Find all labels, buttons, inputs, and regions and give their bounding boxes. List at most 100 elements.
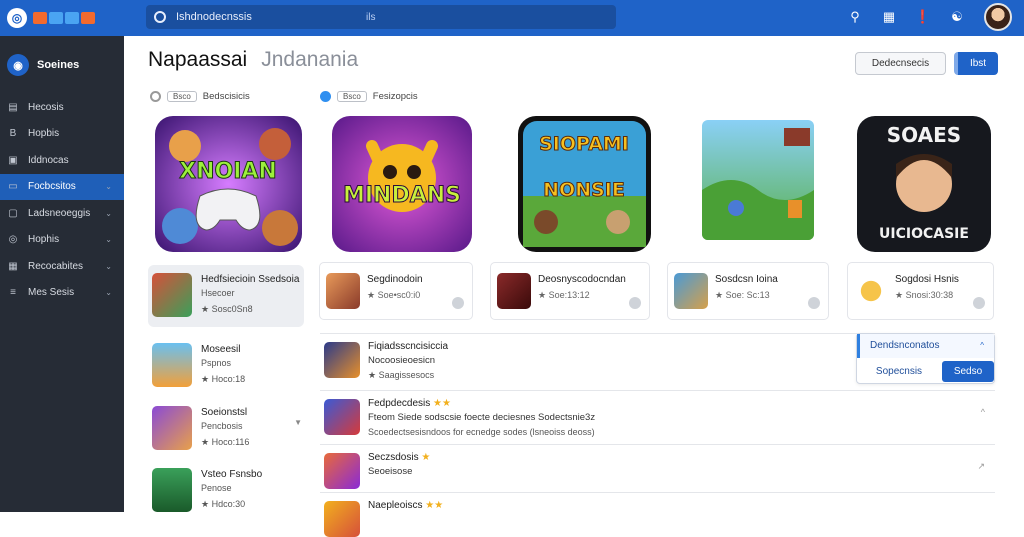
game-thumbnail (152, 273, 192, 317)
calendar-icon[interactable]: ▦ (882, 9, 896, 24)
users-icon[interactable]: ☯ (950, 9, 964, 24)
dropdown-header[interactable]: Dendsnconatos ^ (857, 334, 994, 358)
game-art-character: SOAES UICIOCASIE (857, 116, 991, 252)
chevron-down-icon[interactable]: ⌄ (105, 235, 112, 244)
sidebar-item-label: Hophis (28, 234, 60, 246)
sidebar-item[interactable]: ▢ Ladsneoeggis ⌄ (0, 200, 124, 227)
sidebar-item-label: Mes Sesis (28, 287, 75, 299)
expand-icon[interactable]: ↗ (977, 461, 985, 472)
svg-text:SIOPAMI: SIOPAMI (539, 133, 629, 155)
chat-icon[interactable]: ❗ (915, 9, 931, 24)
download-icon[interactable] (973, 297, 985, 309)
list-item-name: Vsteo Fsnsbo (201, 469, 263, 480)
sidebar-header[interactable]: ◉ Soeines (0, 36, 124, 94)
game-thumbnail (497, 273, 531, 309)
game-card-name: Segdinodoin (367, 274, 423, 285)
star-rating: ★ (421, 452, 431, 463)
row-name: Fiqiadsscncisiccia (368, 341, 449, 352)
secondary-action-button[interactable]: Dedecnsecis (855, 52, 946, 75)
game-card[interactable]: Sosdcsn Ioina ★ Soe: Sc:13 (667, 262, 829, 320)
game-card-name: Deosnyscodocndan (538, 274, 626, 285)
list-item[interactable]: Soeionstsl Pencbosis ★ Hoco:116 ▼ (148, 398, 304, 460)
sidebar-item-label: Hopbis (28, 128, 60, 140)
download-icon[interactable] (808, 297, 820, 309)
gamepad-icon: ◉ (7, 54, 29, 76)
sidebar-item[interactable]: ≡ Mes Sesis ⌄ (0, 280, 124, 307)
list-item-sub: Penose (201, 483, 232, 493)
avatar[interactable] (984, 3, 1012, 31)
sidebar-item[interactable]: B Hopbis (0, 121, 124, 148)
chevron-down-icon[interactable]: ⌄ (105, 182, 112, 191)
sidebar-item[interactable]: ▦ Recocabites ⌄ (0, 253, 124, 280)
game-card-name: Sosdcsn Ioina (715, 274, 778, 285)
table-row[interactable]: Fedpdecdesis ★★ Fteom Siede sodscsie foe… (320, 390, 995, 442)
filter-featured[interactable]: Bsco Fesizopcis (320, 91, 418, 102)
main-content: Napaassai Jndanania Dedecnsecis Ibst Bsc… (124, 36, 1024, 537)
clock-icon (150, 91, 161, 102)
game-thumbnail (324, 399, 360, 435)
list-item-sub: Pencbosis (201, 421, 243, 431)
sidebar-item[interactable]: ▣ Iddnocas (0, 147, 124, 174)
game-card-meta: ★ Snosi:30:38 (895, 290, 954, 300)
sidebar-item[interactable]: ◎ Hophis ⌄ (0, 227, 124, 254)
sidebar-title: Soeines (37, 59, 80, 71)
list-item-meta: ★ Hoco:18 (201, 374, 246, 384)
list-item[interactable]: Vsteo Fsnsbo Penose ★ Hdco:30 (148, 460, 304, 522)
row-name: Naepleoiscs ★★ (368, 500, 444, 511)
list-item-sub: Pspnos (201, 358, 232, 368)
app-logo-icon[interactable]: ◎ (7, 8, 27, 28)
chevron-down-icon[interactable]: ⌄ (105, 209, 112, 218)
home-icon: ▤ (8, 101, 18, 113)
game-card[interactable]: Segdinodoin ★ Soe•sc0:i0 (319, 262, 473, 320)
grid-icon: ▦ (8, 260, 18, 272)
featured-game-5[interactable]: SOAES UICIOCASIE (857, 116, 991, 252)
chevron-up-icon[interactable]: ^ (981, 407, 985, 417)
dropdown-apply-button[interactable]: Sedso (942, 361, 994, 382)
game-art-adventure: SIOPAMI NONSIE (518, 116, 651, 252)
game-thumbnail (326, 273, 360, 309)
notification-icon[interactable]: ⚲ (848, 9, 862, 24)
game-card[interactable]: Deosnyscodocndan ★ Soe:13:12 (490, 262, 650, 320)
sidebar-item-label: Focbcsitos (28, 181, 76, 193)
page-subtitle: Jndanania (261, 48, 359, 71)
row-name: Seczsdosis ★ (368, 452, 431, 463)
game-thumbnail (152, 406, 192, 450)
brand-logo (33, 12, 95, 24)
game-art-landscape (702, 120, 814, 240)
game-thumbnail (324, 453, 360, 489)
badge-icon (320, 91, 331, 102)
list-item-meta: ★ Hdco:30 (201, 499, 246, 509)
table-row[interactable]: Seczsdosis ★ Seoeisose ↗ (320, 444, 995, 491)
download-icon[interactable] (452, 297, 464, 309)
list-item[interactable]: Hedfsiecioin Ssedsoia Hsecoer ★ Sosc0Sn8 (148, 265, 304, 327)
primary-action-button[interactable]: Ibst (954, 52, 998, 75)
table-row[interactable]: Naepleoiscs ★★ (320, 492, 995, 537)
bookmark-icon: B (9, 128, 17, 140)
search-input[interactable]: Ishdnodecnssis ils (146, 5, 616, 29)
dropdown-option[interactable]: Sopecnsis (857, 359, 941, 384)
sort-dropdown[interactable]: Dendsnconatos ^ Sopecnsis Sedso (856, 333, 995, 384)
chevron-down-icon[interactable]: ▼ (294, 418, 302, 427)
sidebar-item[interactable]: ▭ Focbcsitos ⌄ (0, 173, 124, 200)
featured-game-2[interactable]: MINDANS (332, 116, 472, 252)
filter-label: Bedscisicis (202, 91, 250, 102)
game-thumbnail (152, 468, 192, 512)
list-item[interactable]: Moseesil Pspnos ★ Hoco:18 (148, 335, 304, 397)
chevron-down-icon[interactable]: ⌄ (105, 288, 112, 297)
sidebar-item[interactable]: ▤ Hecosis (0, 94, 124, 121)
row-sub: Nocoosieoesicn (368, 355, 436, 366)
sidebar: ◉ Soeines ▤ Hecosis B Hopbis ▣ Iddnocas ▭ Focbc… (0, 36, 124, 512)
row-name: Fedpdecdesis ★★ (368, 398, 451, 409)
filter-label: Fesizopcis (372, 91, 418, 102)
featured-game-1[interactable]: XNOIAN (155, 116, 302, 252)
sidebar-item-label: Iddnocas (28, 154, 69, 166)
game-card[interactable]: Sogdosi Hsnis ★ Snosi:30:38 (847, 262, 994, 320)
download-icon[interactable] (629, 297, 641, 309)
featured-game-4[interactable] (702, 120, 814, 240)
game-thumbnail (854, 273, 888, 309)
list-item-meta: ★ Sosc0Sn8 (201, 304, 253, 314)
chevron-down-icon[interactable]: ⌄ (105, 262, 112, 271)
filter-pill: Bsco (167, 91, 197, 102)
filter-recent[interactable]: Bsco Bedscisicis (150, 91, 250, 102)
featured-game-3[interactable]: SIOPAMI NONSIE (518, 116, 651, 252)
